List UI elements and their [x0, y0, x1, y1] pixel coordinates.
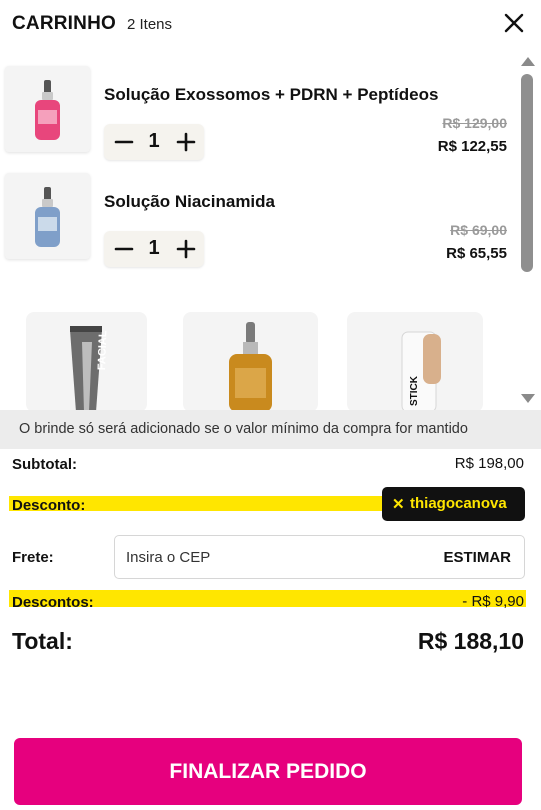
estimate-button[interactable]: ESTIMAR [444, 549, 512, 566]
shipping-label: Frete: [12, 549, 54, 566]
product-name[interactable]: Solução Exossomos + PDRN + Peptídeos [104, 85, 438, 105]
close-icon[interactable] [503, 12, 525, 34]
gift-item[interactable]: FACIAL [26, 312, 147, 410]
scrollbar-thumb[interactable] [521, 74, 533, 272]
cep-field[interactable]: ESTIMAR [114, 535, 525, 579]
gift-carousel: FACIAL STICK [0, 312, 516, 410]
gift-item[interactable] [183, 312, 318, 410]
quantity-stepper: 1 [104, 124, 204, 160]
original-price: R$ 69,00 [450, 222, 507, 238]
cart-items-list: Solução Exossomos + PDRN + Peptídeos 1 R… [0, 50, 516, 410]
product-image[interactable] [5, 173, 90, 259]
cart-item: Solução Exossomos + PDRN + Peptídeos 1 R… [0, 66, 516, 166]
scroll-up-arrow-icon[interactable] [521, 57, 535, 66]
quantity-stepper: 1 [104, 231, 204, 267]
product-name[interactable]: Solução Niacinamida [104, 192, 275, 212]
gift-label: STICK [409, 376, 420, 406]
original-price: R$ 129,00 [442, 115, 507, 131]
scrollbar[interactable] [516, 50, 541, 410]
discounts-label: Descontos: [12, 594, 94, 611]
tube-icon [70, 326, 102, 410]
quantity-value: 1 [148, 130, 160, 152]
quantity-value: 1 [148, 237, 160, 259]
serum-bottle-blue-icon [35, 187, 60, 247]
scroll-down-arrow-icon[interactable] [521, 394, 535, 403]
cart-header: CARRINHO 2 Itens [0, 0, 541, 48]
serum-bottle-pink-icon [35, 80, 60, 140]
remove-coupon-icon[interactable]: ✕ [392, 495, 405, 513]
product-image[interactable] [5, 66, 90, 152]
checkout-button[interactable]: FINALIZAR PEDIDO [14, 738, 522, 805]
minus-icon[interactable] [112, 237, 136, 261]
cart-title: CARRINHO [12, 13, 116, 34]
discount-label: Desconto: [12, 497, 86, 514]
minus-icon[interactable] [112, 130, 136, 154]
total-value: R$ 188,10 [417, 628, 524, 654]
coupon-code: thiagocanova [410, 495, 507, 512]
cart-item: Solução Niacinamida 1 R$ 69,00 R$ 65,55 [0, 173, 516, 273]
discounts-value: - R$ 9,90 [462, 593, 524, 610]
cep-input[interactable] [126, 546, 406, 568]
gift-label: FACIAL [96, 330, 110, 371]
gift-notice: O brinde só será adicionado se o valor m… [0, 410, 541, 449]
amber-serum-icon [229, 322, 272, 410]
sale-price: R$ 65,55 [446, 245, 507, 262]
gift-item[interactable]: STICK [347, 312, 483, 410]
item-count: 2 Itens [127, 16, 173, 33]
plus-icon[interactable] [174, 237, 198, 261]
coupon-tag[interactable]: ✕ thiagocanova [382, 487, 525, 521]
subtotal-label: Subtotal: [12, 456, 77, 473]
plus-icon[interactable] [174, 130, 198, 154]
subtotal-value: R$ 198,00 [454, 455, 524, 472]
sale-price: R$ 122,55 [437, 138, 507, 155]
total-label: Total: [12, 628, 73, 654]
